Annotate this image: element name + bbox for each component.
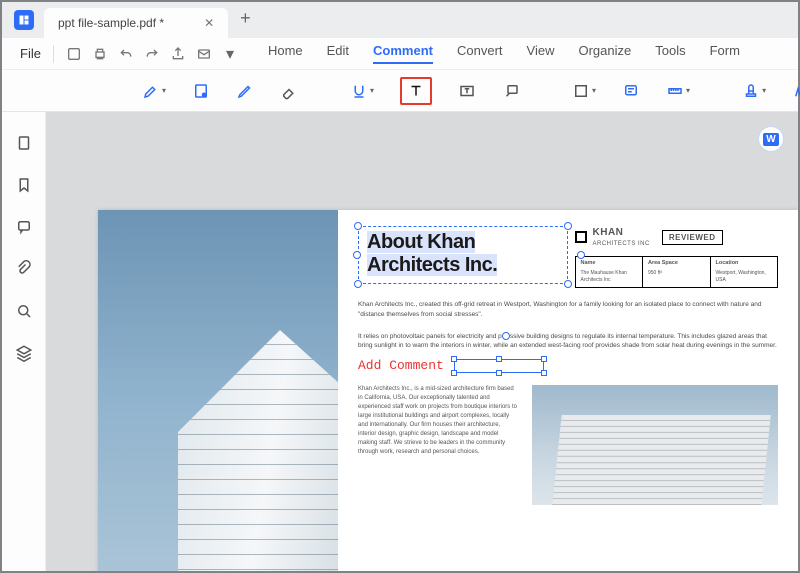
search-icon[interactable] [15, 302, 33, 320]
eraser-tool[interactable] [280, 82, 298, 100]
main-menu: Home Edit Comment Convert View Organize … [268, 43, 740, 64]
convert-to-word-button[interactable]: W [758, 126, 784, 152]
file-menu[interactable]: File [12, 42, 49, 65]
pencil-tool[interactable] [236, 82, 254, 100]
document-canvas[interactable]: W About KhanArchitects Inc. KHAN [46, 112, 798, 571]
share-icon[interactable] [170, 46, 186, 62]
paragraph-2: It relies on photovoltaic panels for ele… [358, 332, 778, 352]
sticky-note-tool[interactable] [622, 82, 640, 100]
callout-tool[interactable] [502, 82, 520, 100]
doc-title: About KhanArchitects Inc. [367, 231, 559, 277]
underline-tool[interactable]: ▾ [350, 82, 374, 100]
save-icon[interactable] [66, 46, 82, 62]
note-tool[interactable] [192, 82, 210, 100]
menu-view[interactable]: View [527, 43, 555, 64]
menu-organize[interactable]: Organize [578, 43, 631, 64]
comments-panel-icon[interactable] [15, 218, 33, 236]
page-secondary-image [532, 385, 778, 505]
redo-icon[interactable] [144, 46, 160, 62]
brand-name: KHAN [593, 226, 650, 240]
signature-tool[interactable] [792, 82, 800, 100]
info-table: NameThe Mauhause Khan Architects Inc Are… [575, 256, 779, 288]
empty-text-box[interactable] [454, 359, 544, 373]
measure-tool[interactable]: ▾ [666, 82, 690, 100]
layers-icon[interactable] [15, 344, 33, 362]
bookmarks-icon[interactable] [15, 176, 33, 194]
shape-tool[interactable]: ▾ [572, 82, 596, 100]
stamp-tool[interactable]: ▾ [742, 82, 766, 100]
reviewed-badge: REVIEWED [662, 230, 723, 245]
selected-text-box[interactable]: About KhanArchitects Inc. [358, 226, 568, 284]
menu-tools[interactable]: Tools [655, 43, 685, 64]
menu-comment[interactable]: Comment [373, 43, 433, 64]
paragraph-1: Khan Architects Inc., created this off-g… [358, 300, 778, 320]
menu-bar: File ▾ Home Edit Comment Convert View Or… [2, 38, 798, 70]
document-tab[interactable]: ppt file-sample.pdf * ✕ [44, 8, 228, 38]
app-logo-icon [14, 10, 34, 30]
title-bar: ppt file-sample.pdf * ✕ + [2, 2, 798, 38]
print-icon[interactable] [92, 46, 108, 62]
brand-block: KHAN ARCHITECTS INC REVIEWED NameThe Mau… [575, 226, 779, 288]
comment-ribbon: ▾ ▾ ▾ ▾ ▾ [2, 70, 798, 112]
left-sidebar [2, 112, 46, 571]
text-comment-tool[interactable] [400, 77, 432, 105]
page-hero-image [98, 210, 338, 571]
menu-form[interactable]: Form [710, 43, 740, 64]
new-tab-button[interactable]: + [240, 8, 251, 29]
pdf-page: About KhanArchitects Inc. KHAN ARCHITECT… [98, 210, 798, 571]
email-icon[interactable] [196, 46, 212, 62]
thumbnails-icon[interactable] [15, 134, 33, 152]
menu-edit[interactable]: Edit [327, 43, 349, 64]
menu-convert[interactable]: Convert [457, 43, 503, 64]
attachments-icon[interactable] [15, 260, 33, 278]
brand-sub: ARCHITECTS INC [593, 240, 650, 248]
tab-title: ppt file-sample.pdf * [58, 16, 164, 30]
close-tab-icon[interactable]: ✕ [204, 16, 214, 30]
undo-icon[interactable] [118, 46, 134, 62]
brand-logo-icon [575, 231, 587, 243]
highlight-tool[interactable]: ▾ [142, 82, 166, 100]
add-comment-annotation[interactable]: Add Comment [358, 357, 444, 375]
paragraph-3: Khan Architects Inc., is a mid-sized arc… [358, 385, 518, 505]
more-icon[interactable]: ▾ [222, 46, 238, 62]
menu-home[interactable]: Home [268, 43, 303, 64]
text-box-tool[interactable] [458, 82, 476, 100]
text-cursor-handle[interactable] [502, 332, 510, 340]
